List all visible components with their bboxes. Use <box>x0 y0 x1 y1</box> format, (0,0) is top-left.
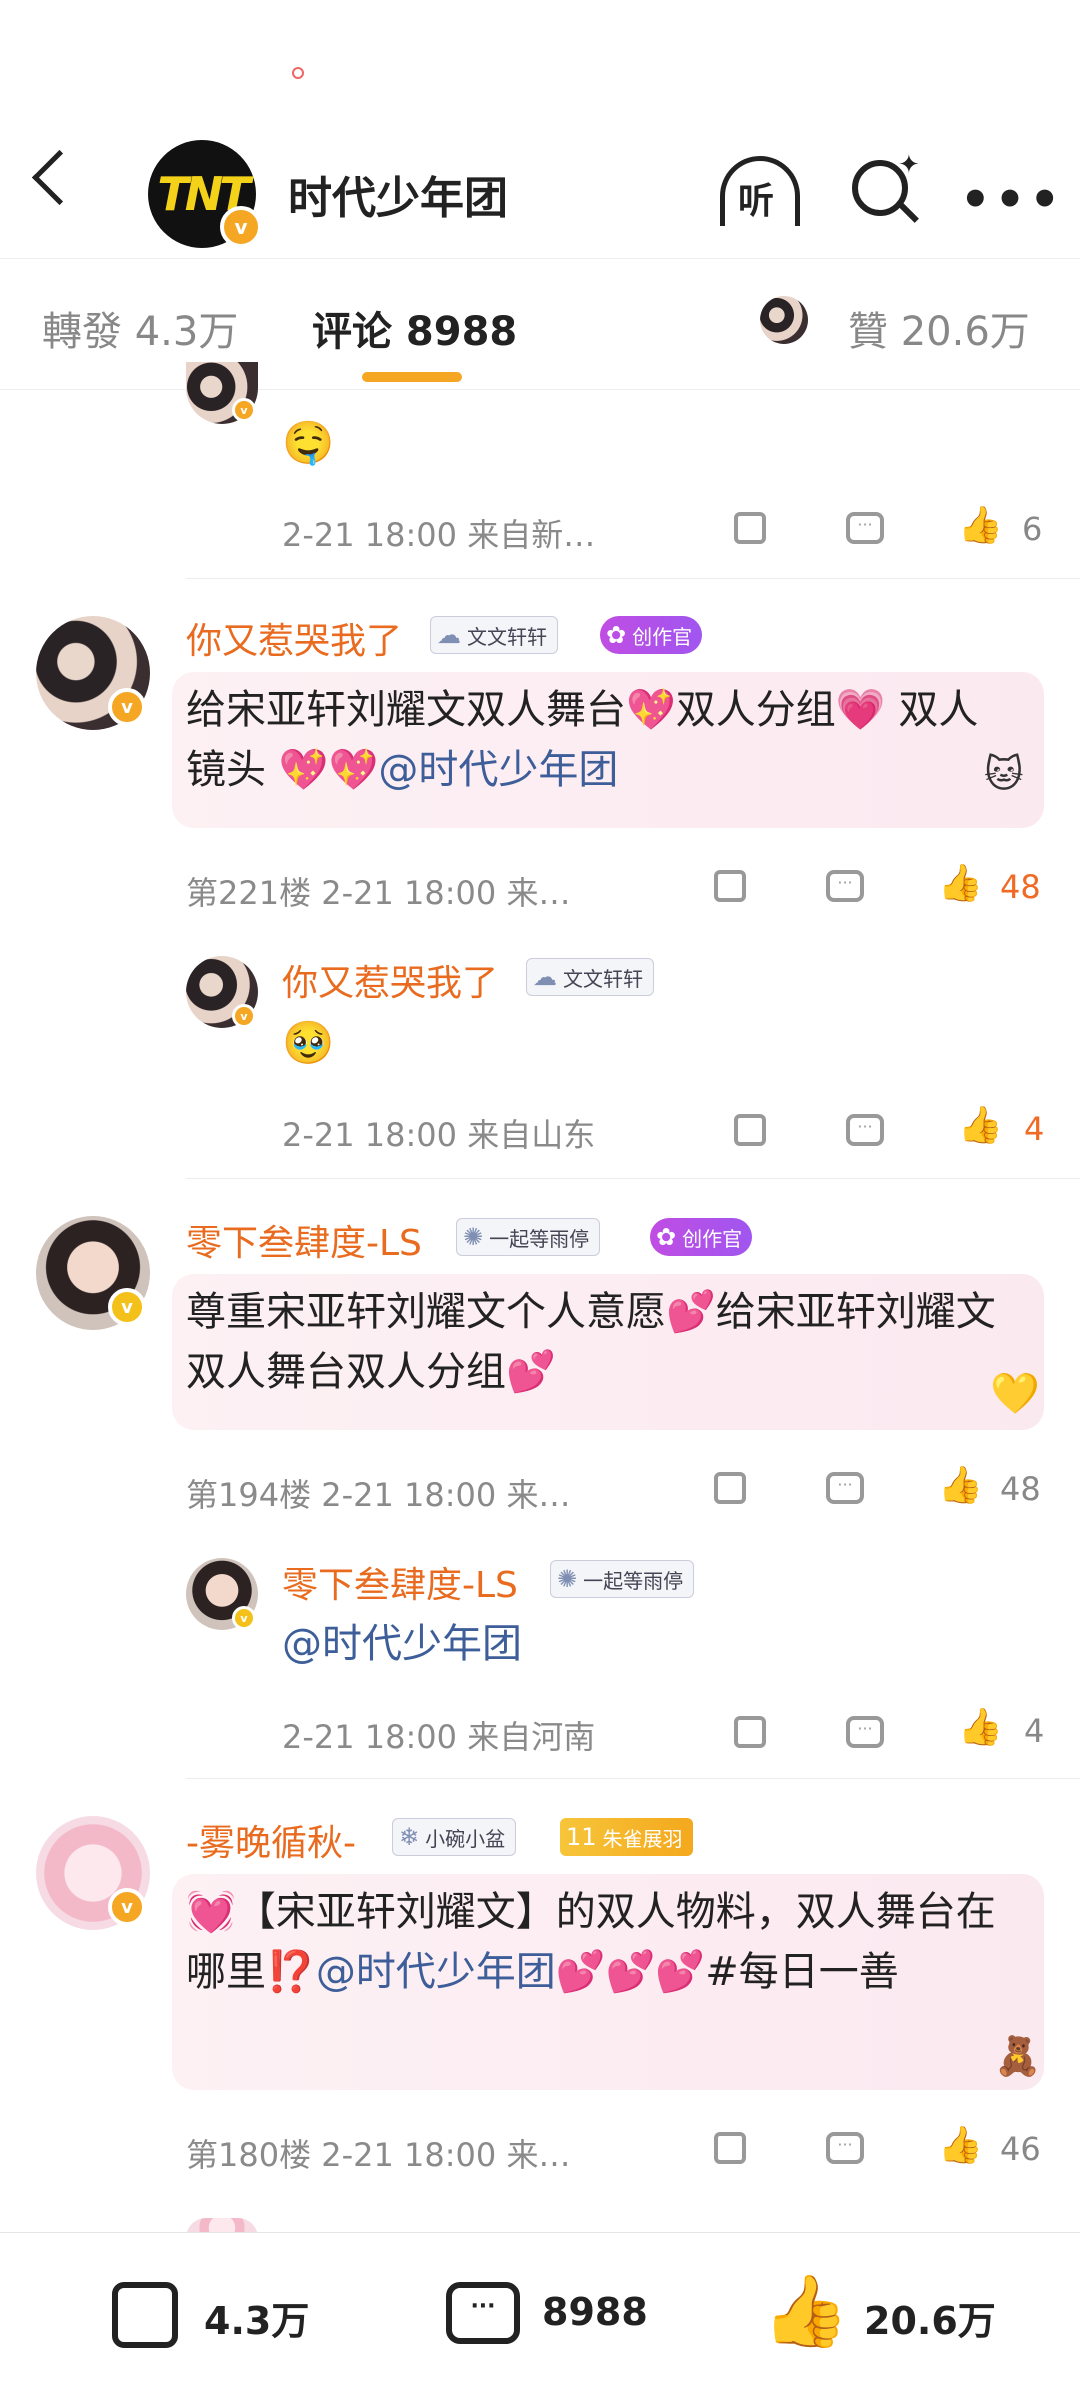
share-icon[interactable] <box>734 512 766 544</box>
tab-active-indicator <box>362 372 462 382</box>
comment-text[interactable]: 尊重宋亚轩刘耀文个人意愿💕给宋亚轩刘耀文双人舞台双人分组💕 <box>186 1282 1026 1402</box>
commenter-name[interactable]: 零下叁肆度-LS <box>186 1214 422 1266</box>
mention-link[interactable]: @时代少年团 <box>282 1614 522 1674</box>
comment-meta: 第221楼 2-21 18:00 来… <box>186 874 571 912</box>
more-icon[interactable]: ••• <box>960 172 1064 228</box>
comment-icon[interactable]: ··· <box>826 870 864 902</box>
share-icon[interactable] <box>734 1716 766 1748</box>
mention-link[interactable]: @时代少年团 <box>316 1949 556 1995</box>
status-indicator-icon <box>292 67 304 79</box>
divider <box>186 1178 1080 1179</box>
repost-count[interactable]: 4.3万 <box>204 2290 309 2345</box>
comment-meta: 2-21 18:00 来自河南 <box>282 1718 596 1756</box>
comment-emoji: 🥹 <box>282 1018 335 1067</box>
badge-label: 朱雀展羽 <box>602 1826 683 1851</box>
comment-text[interactable]: 💓【宋亚轩刘耀文】的双人物料，双人舞台在哪里⁉️@时代少年团💕💕💕#每日一善 <box>186 1882 1026 2002</box>
fan-badge[interactable]: ☁ 文文轩轩 <box>526 958 654 996</box>
verified-icon: v <box>108 1288 146 1326</box>
like-count[interactable]: 20.6万 <box>864 2290 996 2345</box>
comment-text[interactable]: 给宋亚轩刘耀文双人舞台💖双人分组💗 双人镜头 💖💖@时代少年团 <box>186 680 1016 800</box>
badge-label: 创作官 <box>682 1226 743 1251</box>
badge-label: 创作官 <box>632 624 693 649</box>
level-icon: 11 <box>566 1823 597 1851</box>
share-icon[interactable] <box>734 1114 766 1146</box>
tab-bar: 轉發 4.3万 评论 8988 贊 20.6万 <box>0 258 1080 390</box>
liker-avatar[interactable] <box>760 296 808 344</box>
badge-label: 小碗小盆 <box>425 1826 506 1851</box>
like-icon[interactable]: 👍 <box>958 1104 1003 1146</box>
bear-sticker-icon: 🧸 <box>994 2034 1042 2078</box>
like-icon[interactable]: 👍 <box>938 862 983 904</box>
creator-badge[interactable]: ✿ 创作官 <box>650 1218 753 1256</box>
tab-repost[interactable]: 轉發 4.3万 <box>42 299 238 357</box>
sparkle-icon: ✿ <box>606 621 627 649</box>
fan-badge[interactable]: ✺ 一起等雨停 <box>456 1218 601 1256</box>
sparkle-icon: ✦ <box>898 150 920 180</box>
verified-icon: v <box>220 206 262 248</box>
tab-comment[interactable]: 评论 8988 <box>312 299 517 357</box>
fan-badge[interactable]: ✺ 一起等雨停 <box>550 1560 695 1598</box>
cloud-icon: ☁ <box>437 621 461 649</box>
gear-icon: ✺ <box>557 1565 578 1593</box>
snowflake-icon: ❄ <box>399 1823 420 1851</box>
like-icon[interactable]: 👍 <box>938 2124 983 2166</box>
page-title[interactable]: 时代少年团 <box>288 162 508 226</box>
fan-badge[interactable]: ❄ 小碗小盆 <box>392 1818 517 1856</box>
divider <box>186 1778 1080 1779</box>
share-icon[interactable] <box>714 870 746 902</box>
comment-meta: 2-21 18:00 来自新… <box>282 516 596 554</box>
verified-icon: v <box>232 398 256 422</box>
comment-meta: 2-21 18:00 来自山东 <box>282 1116 596 1154</box>
creator-badge[interactable]: ✿ 创作官 <box>600 616 703 654</box>
like-count: 6 <box>1022 510 1043 548</box>
repost-icon[interactable] <box>112 2282 178 2348</box>
commenter-name[interactable]: 你又惹哭我了 <box>282 954 498 1006</box>
comment-icon[interactable]: ··· <box>846 1114 884 1146</box>
share-icon[interactable] <box>714 1472 746 1504</box>
badge-label: 一起等雨停 <box>489 1226 590 1251</box>
cloud-icon: ☁ <box>533 963 557 991</box>
verified-icon: v <box>108 1888 146 1926</box>
sparkle-icon: ✿ <box>656 1223 677 1251</box>
cat-sticker-icon: 🐱 <box>984 752 1024 796</box>
like-count: 46 <box>1000 2130 1041 2168</box>
badge-label: 文文轩轩 <box>563 966 643 991</box>
comment-icon[interactable]: ··· <box>826 1472 864 1504</box>
badge-label: 文文轩轩 <box>467 624 547 649</box>
level-badge[interactable]: 11 朱雀展羽 <box>560 1818 693 1856</box>
like-icon[interactable]: 👍 <box>958 1706 1003 1748</box>
heart-sticker-icon: 💛 <box>990 1371 1040 1417</box>
like-count: 48 <box>1000 868 1041 906</box>
commenter-name[interactable]: 你又惹哭我了 <box>186 612 402 664</box>
like-count: 48 <box>1000 1470 1041 1508</box>
commenter-name[interactable]: -雾晚循秋- <box>186 1814 356 1866</box>
like-count: 4 <box>1024 1712 1045 1750</box>
like-count: 4 <box>1024 1110 1045 1148</box>
verified-icon: v <box>108 688 146 726</box>
comment-meta: 第194楼 2-21 18:00 来… <box>186 1476 571 1514</box>
share-icon[interactable] <box>714 2132 746 2164</box>
comment-icon[interactable]: ··· <box>846 1716 884 1748</box>
comment-icon[interactable]: ··· <box>446 2282 520 2344</box>
comment-emoji: 🤤 <box>282 418 335 467</box>
mention-link[interactable]: @时代少年团 <box>378 747 618 793</box>
verified-mark: v <box>234 215 248 239</box>
badge-label: 一起等雨停 <box>583 1568 684 1593</box>
commenter-name[interactable]: 零下叁肆度-LS <box>282 1556 518 1608</box>
like-icon[interactable]: 👍 <box>958 504 1003 546</box>
divider <box>186 578 1080 579</box>
comment-meta: 第180楼 2-21 18:00 来… <box>186 2136 571 2174</box>
fan-badge[interactable]: ☁ 文文轩轩 <box>430 616 558 654</box>
comment-icon[interactable]: ··· <box>826 2132 864 2164</box>
verified-icon: v <box>232 1606 256 1630</box>
like-icon[interactable]: 👍 <box>938 1464 983 1506</box>
tab-like[interactable]: 贊 20.6万 <box>848 299 1030 357</box>
comment-body-tail: 💕💕💕#每日一善 <box>555 1949 899 1995</box>
gear-icon: ✺ <box>463 1223 484 1251</box>
verified-icon: v <box>232 1004 256 1028</box>
comment-icon[interactable]: ··· <box>846 512 884 544</box>
like-icon[interactable]: 👍 <box>762 2270 849 2353</box>
comment-count[interactable]: 8988 <box>542 2290 648 2334</box>
listen-label[interactable]: 听 <box>738 172 774 224</box>
